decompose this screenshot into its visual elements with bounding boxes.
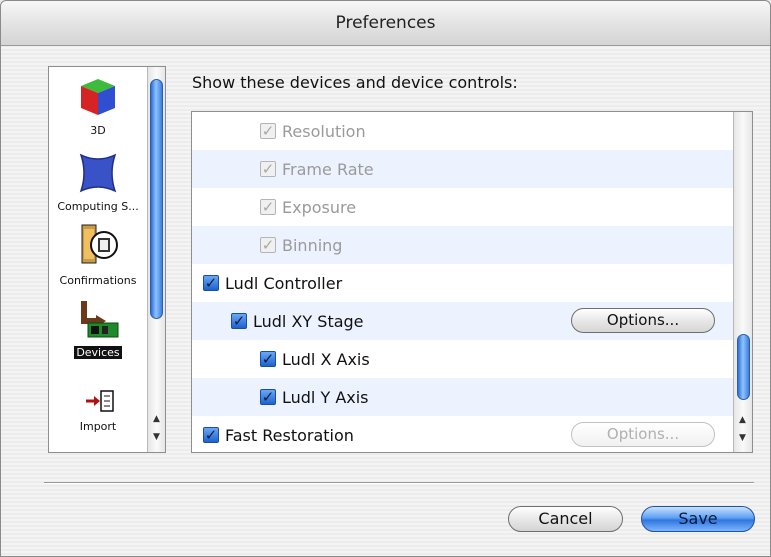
cube-icon (81, 79, 115, 115)
category-scrollbar[interactable]: ▲ ▼ (147, 67, 165, 452)
scroll-thumb[interactable] (737, 334, 750, 400)
computing-shape-icon (79, 153, 117, 193)
checkbox[interactable]: ✓ (260, 199, 276, 215)
checkbox[interactable]: ✓ (260, 123, 276, 139)
checkbox[interactable]: ✓ (260, 351, 276, 367)
devices-icon (81, 301, 119, 338)
row-label: Ludl Y Axis (282, 387, 369, 407)
category-devices[interactable]: Devices (49, 297, 147, 360)
options-button-disabled: Options... (571, 422, 715, 447)
checkbox[interactable]: ✓ (203, 427, 219, 443)
row-label: Ludl X Axis (282, 349, 370, 369)
scroll-thumb[interactable] (150, 79, 163, 319)
category-label: Import (79, 420, 117, 433)
category-computing[interactable]: Computing S... (49, 151, 147, 214)
devices-heading: Show these devices and device controls: (192, 73, 518, 92)
category-list[interactable]: 3D Computing S... Confirmations Devices … (48, 66, 166, 453)
checkbox[interactable]: ✓ (260, 161, 276, 177)
scroll-down-arrow-icon[interactable]: ▼ (734, 430, 751, 446)
row-label: Resolution (282, 121, 366, 141)
options-button[interactable]: Options... (571, 308, 715, 333)
row-label: Frame Rate (282, 159, 374, 179)
row-label: Fast Restoration (225, 425, 354, 445)
list-item[interactable]: ✓ Frame Rate (192, 150, 735, 188)
import-icon (86, 390, 114, 412)
checkbox[interactable]: ✓ (231, 313, 247, 329)
category-confirmations[interactable]: Confirmations (49, 223, 147, 288)
confirmation-icon (81, 224, 118, 264)
checkbox[interactable]: ✓ (260, 237, 276, 253)
save-button[interactable]: Save (641, 506, 755, 532)
list-item[interactable]: ✓ Resolution (192, 112, 735, 150)
list-item[interactable]: ✓ Ludl XY Stage Options... (192, 302, 735, 340)
row-label: Exposure (282, 197, 357, 217)
checkbox[interactable]: ✓ (260, 389, 276, 405)
category-label: 3D (90, 124, 106, 137)
row-label: Ludl Controller (225, 273, 343, 293)
row-label: Binning (282, 235, 343, 255)
divider (44, 482, 754, 484)
list-item[interactable]: ✓ Binning (192, 226, 735, 264)
scroll-up-arrow-icon[interactable]: ▲ (734, 412, 751, 428)
list-item[interactable]: ✓ Fast Restoration Options... (192, 416, 735, 452)
category-label: Confirmations (59, 274, 137, 287)
scroll-up-arrow-icon[interactable]: ▲ (148, 411, 165, 427)
list-item[interactable]: ✓ Ludl Y Axis (192, 378, 735, 416)
category-3d[interactable]: 3D (49, 75, 147, 138)
row-label: Ludl XY Stage (253, 311, 364, 331)
device-list-scrollbar[interactable]: ▲ ▼ (733, 112, 752, 452)
checkbox[interactable]: ✓ (203, 275, 219, 291)
preferences-window: Preferences 3D Computing S... Confirmati… (0, 0, 771, 557)
window-title: Preferences (1, 1, 770, 46)
list-item[interactable]: ✓ Ludl Controller (192, 264, 735, 302)
cancel-button[interactable]: Cancel (508, 506, 623, 532)
category-label: Devices (74, 346, 122, 359)
scroll-down-arrow-icon[interactable]: ▼ (148, 429, 165, 445)
list-item[interactable]: ✓ Ludl X Axis (192, 340, 735, 378)
category-import[interactable]: Import (49, 387, 147, 434)
list-item[interactable]: ✓ Exposure (192, 188, 735, 226)
category-label: Computing S... (57, 200, 139, 213)
device-list[interactable]: ✓ Resolution ✓ Frame Rate ✓ Exposure ✓ B… (191, 111, 753, 453)
